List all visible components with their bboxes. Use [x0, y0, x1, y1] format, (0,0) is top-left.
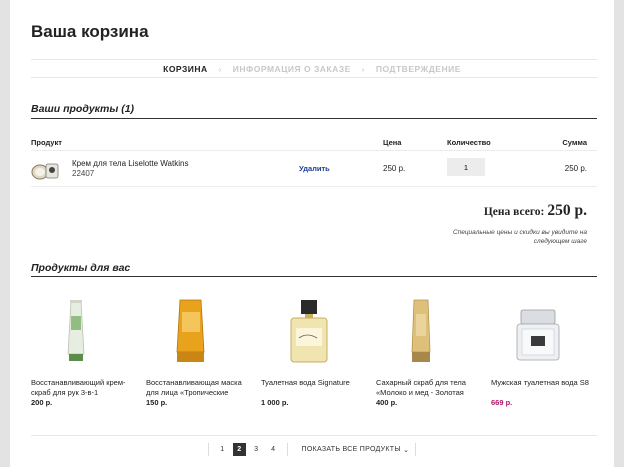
cart-section-title: Ваши продукты (1) — [31, 103, 135, 115]
product-price: 150 р. — [146, 398, 168, 407]
page-title: Ваша корзина — [31, 22, 149, 41]
chevron-down-icon: ⌄ — [403, 446, 410, 454]
divider — [31, 59, 597, 60]
cart-item-price: 250 р. — [383, 164, 406, 173]
product-card[interactable] — [491, 296, 591, 364]
cart-item-name[interactable]: Крем для тела Liselotte Watkins — [72, 159, 188, 168]
cart-item-sum: 250 р. — [564, 164, 587, 173]
chevron-right-icon: › — [218, 64, 222, 74]
recommended-section-title: Продукты для вас — [31, 262, 131, 274]
product-image[interactable] — [261, 296, 361, 364]
page-3-link[interactable]: 3 — [250, 443, 263, 456]
pager-divider — [415, 443, 417, 456]
cart-item-sku: 22407 — [72, 169, 95, 178]
cart-panel: Ваша корзина КОРЗИНА › ИНФОРМАЦИЯ О ЗАКА… — [10, 0, 614, 467]
step-confirmation: ПОДТВЕРЖДЕНИЕ — [375, 64, 461, 74]
product-image[interactable] — [146, 296, 246, 364]
pagination: 1 2 3 4 ПОКАЗАТЬ ВСЕ ПРОДУКТЫ ⌄ — [10, 443, 614, 456]
quantity-input[interactable] — [447, 158, 485, 176]
col-header-quantity: Количество — [447, 138, 491, 147]
col-header-price: Цена — [383, 138, 402, 147]
product-name[interactable]: Мужская туалетная вода S8 — [491, 378, 591, 397]
page-2-current[interactable]: 2 — [232, 443, 246, 456]
col-header-sum: Сумма — [562, 138, 587, 147]
pager-divider — [207, 443, 209, 456]
page-4-link[interactable]: 4 — [267, 443, 280, 456]
page-1-link[interactable]: 1 — [216, 443, 229, 456]
product-price-sale: 669 р. — [491, 398, 513, 407]
total-value: 250 р. — [547, 202, 587, 219]
section-rule — [31, 118, 597, 119]
product-card[interactable] — [31, 296, 131, 364]
product-name[interactable]: Восстанавливающий крем-скраб для рук 3-в… — [31, 378, 131, 397]
row-divider — [31, 186, 597, 187]
product-image[interactable] — [376, 296, 476, 364]
product-image[interactable] — [491, 296, 591, 364]
col-header-product: Продукт — [31, 138, 62, 147]
product-thumbnail[interactable] — [31, 158, 59, 180]
product-card[interactable] — [146, 296, 246, 364]
step-order-info: ИНФОРМАЦИЯ О ЗАКАЗЕ — [232, 64, 351, 74]
show-all-products-link[interactable]: ПОКАЗАТЬ ВСЕ ПРОДУКТЫ ⌄ — [301, 446, 409, 454]
divider — [31, 435, 597, 436]
pager-divider — [286, 443, 288, 456]
section-rule — [31, 276, 597, 277]
product-name[interactable]: Восстанавливающая маска для лица «Тропич… — [146, 378, 246, 397]
product-image[interactable] — [31, 296, 131, 364]
product-card[interactable] — [376, 296, 476, 364]
product-price: 400 р. — [376, 398, 398, 407]
checkout-steps: КОРЗИНА › ИНФОРМАЦИЯ О ЗАКАЗЕ › ПОДТВЕРЖ… — [10, 64, 614, 74]
discount-note: Специальные цены и скидки вы увидите на … — [452, 229, 587, 245]
divider — [31, 77, 597, 78]
product-card[interactable] — [261, 296, 361, 364]
product-name[interactable]: Сахарный скраб для тела «Молоко и мед - … — [376, 378, 476, 397]
step-cart[interactable]: КОРЗИНА — [163, 64, 208, 74]
product-name[interactable]: Туалетная вода Signature — [261, 378, 361, 397]
product-price: 1 000 р. — [261, 398, 289, 407]
show-all-label: ПОКАЗАТЬ ВСЕ ПРОДУКТЫ — [301, 446, 401, 453]
product-price: 200 р. — [31, 398, 53, 407]
row-divider — [31, 150, 597, 151]
cart-total: Цена всего: 250 р. — [484, 202, 587, 220]
total-label: Цена всего: — [483, 206, 545, 218]
remove-item-link[interactable]: Удалить — [299, 164, 330, 173]
chevron-right-icon: › — [361, 64, 365, 74]
